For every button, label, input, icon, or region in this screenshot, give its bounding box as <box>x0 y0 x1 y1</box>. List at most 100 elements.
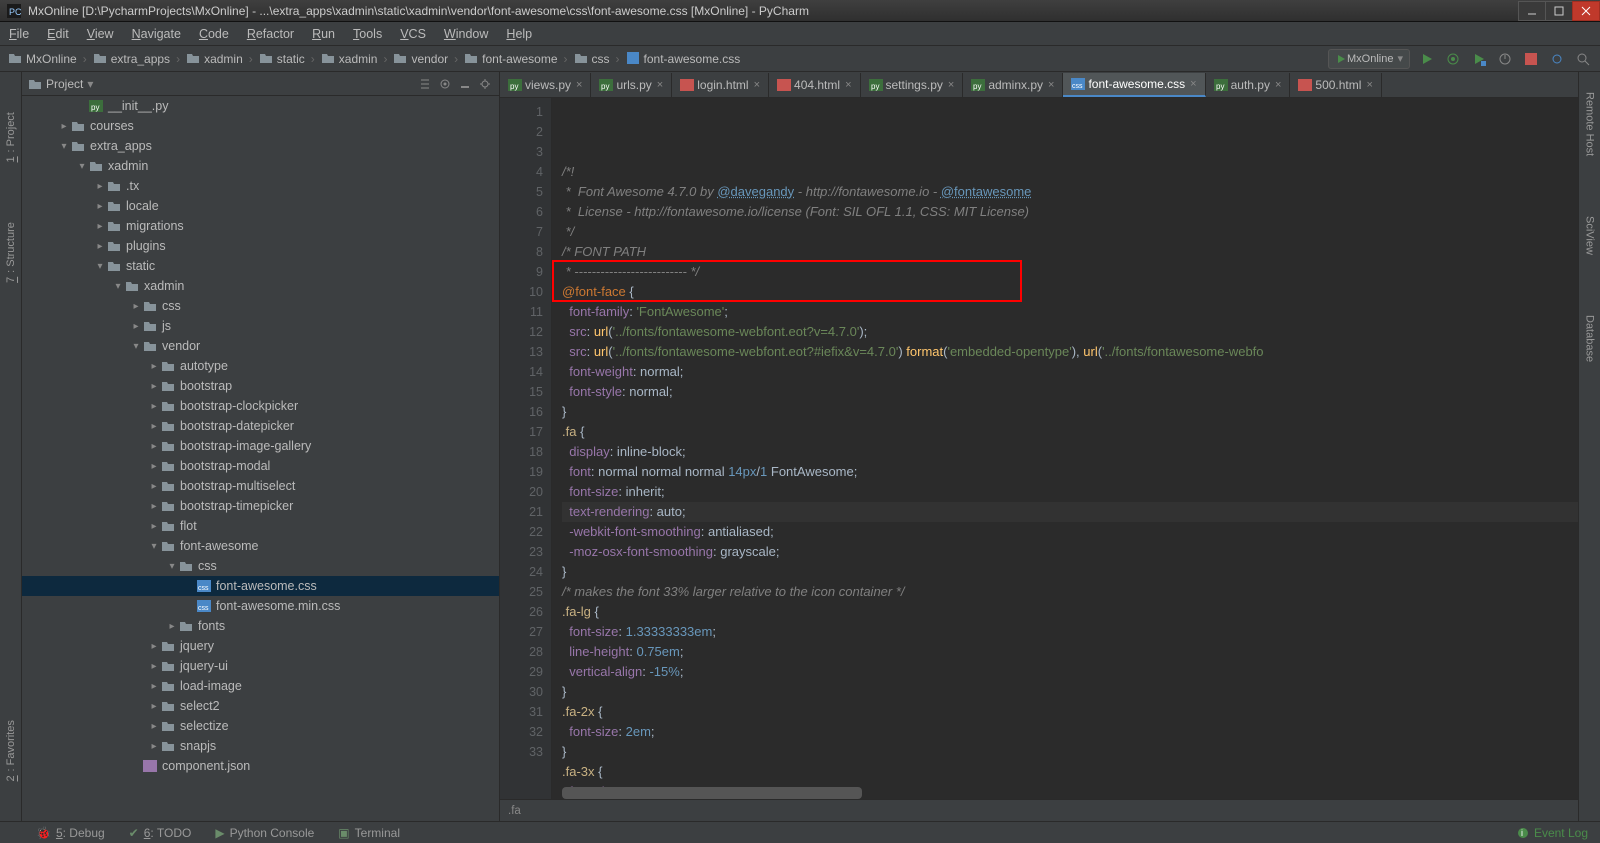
menu-help[interactable]: Help <box>497 27 541 41</box>
run-button[interactable] <box>1418 50 1436 68</box>
tree-node[interactable]: ▸selectize <box>22 716 499 736</box>
tool-sciview[interactable]: SciView <box>1584 216 1596 255</box>
tree-node[interactable]: cssfont-awesome.css <box>22 576 499 596</box>
tree-node[interactable]: ▾xadmin <box>22 276 499 296</box>
tree-node[interactable]: ▸jquery-ui <box>22 656 499 676</box>
code-line[interactable]: * -------------------------- */ <box>562 262 1578 282</box>
code-line[interactable]: .fa-3x { <box>562 762 1578 782</box>
status-python-console[interactable]: ▶Python Console <box>203 826 326 840</box>
debug-button[interactable] <box>1444 50 1462 68</box>
code-line[interactable]: font-size: inherit; <box>562 482 1578 502</box>
tree-node[interactable]: cssfont-awesome.min.css <box>22 596 499 616</box>
code-line[interactable]: font: normal normal normal 14px/1 FontAw… <box>562 462 1578 482</box>
tree-node[interactable]: ▸autotype <box>22 356 499 376</box>
code-line[interactable]: font-style: normal; <box>562 382 1578 402</box>
tree-node[interactable]: ▸fonts <box>22 616 499 636</box>
editor-tab[interactable]: cssfont-awesome.css× <box>1063 73 1205 97</box>
tree-node[interactable]: ▸js <box>22 316 499 336</box>
minimize-button[interactable] <box>1518 1 1546 21</box>
scroll-from-source-icon[interactable] <box>437 76 453 92</box>
code-line[interactable]: /* makes the font 33% larger relative to… <box>562 582 1578 602</box>
editor-tab[interactable]: 500.html× <box>1290 73 1381 97</box>
menu-edit[interactable]: Edit <box>38 27 78 41</box>
code-line[interactable]: * License - http://fontawesome.io/licens… <box>562 202 1578 222</box>
tool-remote-host[interactable]: Remote Host <box>1584 92 1596 156</box>
menu-tools[interactable]: Tools <box>344 27 391 41</box>
close-tab-icon[interactable]: × <box>1275 79 1281 91</box>
code-line[interactable]: } <box>562 742 1578 762</box>
code-line[interactable]: .fa { <box>562 422 1578 442</box>
code-line[interactable]: .fa-2x { <box>562 702 1578 722</box>
tree-node[interactable]: ▸courses <box>22 116 499 136</box>
update-button[interactable] <box>1548 50 1566 68</box>
menu-vcs[interactable]: VCS <box>391 27 435 41</box>
tree-node[interactable]: ▸bootstrap-modal <box>22 456 499 476</box>
tree-node[interactable]: py__init__.py <box>22 96 499 116</box>
code-line[interactable]: } <box>562 402 1578 422</box>
menu-code[interactable]: Code <box>190 27 238 41</box>
run-config-combo[interactable]: MxOnline ▾ <box>1328 49 1410 69</box>
code-line[interactable]: -moz-osx-font-smoothing: grayscale; <box>562 542 1578 562</box>
tool-windows-icon[interactable] <box>0 826 24 840</box>
menu-view[interactable]: View <box>78 27 123 41</box>
code-line[interactable]: @font-face { <box>562 282 1578 302</box>
hide-icon[interactable] <box>457 76 473 92</box>
tree-node[interactable]: ▸locale <box>22 196 499 216</box>
run-with-coverage-button[interactable] <box>1470 50 1488 68</box>
code-line[interactable]: } <box>562 562 1578 582</box>
code-line[interactable]: line-height: 0.75em; <box>562 642 1578 662</box>
tree-node[interactable]: ▸bootstrap-timepicker <box>22 496 499 516</box>
code-line[interactable]: font-size: 1.33333333em; <box>562 622 1578 642</box>
close-tab-icon[interactable]: × <box>1048 79 1054 91</box>
tree-node[interactable]: ▾font-awesome <box>22 536 499 556</box>
code-line[interactable]: * Font Awesome 4.7.0 by @davegandy - htt… <box>562 182 1578 202</box>
project-tree[interactable]: py__init__.py▸courses▾extra_apps▾xadmin▸… <box>22 96 499 821</box>
code-line[interactable]: /* FONT PATH <box>562 242 1578 262</box>
tree-node[interactable]: ▸.tx <box>22 176 499 196</box>
event-log-button[interactable]: i Event Log <box>1505 826 1600 840</box>
stop-button[interactable] <box>1522 50 1540 68</box>
editor-tab[interactable]: pyauth.py× <box>1206 73 1291 97</box>
code-line[interactable]: .fa-lg { <box>562 602 1578 622</box>
tool-favorites[interactable]: 2: Favorites <box>5 720 17 781</box>
close-button[interactable] <box>1572 1 1600 21</box>
tree-node[interactable]: ▸jquery <box>22 636 499 656</box>
tree-node[interactable]: ▾vendor <box>22 336 499 356</box>
code-line[interactable]: font-family: 'FontAwesome'; <box>562 302 1578 322</box>
tree-node[interactable]: ▾static <box>22 256 499 276</box>
tree-node[interactable]: ▸css <box>22 296 499 316</box>
code-line[interactable]: } <box>562 682 1578 702</box>
menu-navigate[interactable]: Navigate <box>123 27 190 41</box>
close-tab-icon[interactable]: × <box>576 79 582 91</box>
code-line[interactable]: font-size: 2em; <box>562 722 1578 742</box>
status--debug[interactable]: 🐞5: Debug <box>24 826 117 840</box>
tree-node[interactable]: ▸flot <box>22 516 499 536</box>
menu-run[interactable]: Run <box>303 27 344 41</box>
code-line[interactable]: display: inline-block; <box>562 442 1578 462</box>
code-line[interactable]: text-rendering: auto; <box>562 502 1578 522</box>
code-line[interactable]: /*! <box>562 162 1578 182</box>
tree-node[interactable]: ▸select2 <box>22 696 499 716</box>
editor-breadcrumb[interactable]: .fa <box>508 805 521 817</box>
tree-node[interactable]: ▾xadmin <box>22 156 499 176</box>
code-line[interactable]: src: url('../fonts/fontawesome-webfont.e… <box>562 322 1578 342</box>
gear-icon[interactable] <box>477 76 493 92</box>
editor-tab[interactable]: 404.html× <box>769 73 860 97</box>
status--todo[interactable]: ✔6: TODO <box>117 826 204 840</box>
breadcrumb-segment[interactable]: font-awesome <box>448 52 557 66</box>
code-editor[interactable]: /*! * Font Awesome 4.7.0 by @davegandy -… <box>552 98 1578 799</box>
horizontal-scrollbar[interactable] <box>562 787 1578 799</box>
breadcrumb-segment[interactable]: xadmin <box>170 52 243 66</box>
tree-node[interactable]: ▾extra_apps <box>22 136 499 156</box>
code-line[interactable]: vertical-align: -15%; <box>562 662 1578 682</box>
editor-tab[interactable]: pysettings.py× <box>861 73 964 97</box>
breadcrumb-segment[interactable]: MxOnline <box>8 52 77 66</box>
editor-tab[interactable]: pyurls.py× <box>591 73 672 97</box>
profile-button[interactable] <box>1496 50 1514 68</box>
tree-node[interactable]: ▸bootstrap-clockpicker <box>22 396 499 416</box>
tree-node[interactable]: ▸bootstrap-image-gallery <box>22 436 499 456</box>
tool-structure[interactable]: 7: Structure <box>5 222 17 283</box>
collapse-all-icon[interactable] <box>417 76 433 92</box>
tree-node[interactable]: ▸migrations <box>22 216 499 236</box>
code-line[interactable]: font-weight: normal; <box>562 362 1578 382</box>
